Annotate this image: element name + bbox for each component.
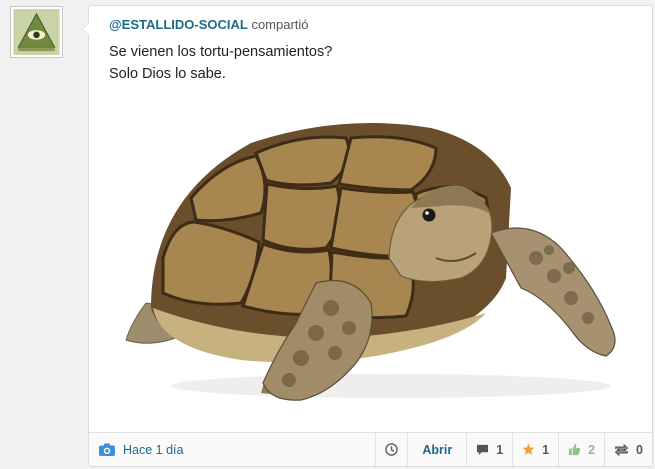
like-button[interactable]: 2 <box>558 433 604 466</box>
post-meta: Hace 1 día <box>89 433 375 466</box>
favorites-count: 1 <box>542 442 550 457</box>
post-text: Se vienen los tortu-pensamientos? Solo D… <box>109 41 332 85</box>
likes-count: 2 <box>588 442 596 457</box>
camera-icon <box>99 443 115 456</box>
repeat-icon <box>614 443 629 456</box>
reshare-button[interactable]: 0 <box>604 433 652 466</box>
comment-icon <box>476 444 489 456</box>
share-action-text: compartió <box>251 17 309 32</box>
user-avatar[interactable] <box>10 6 63 58</box>
author-link[interactable]: @ESTALLIDO-SOCIAL <box>109 17 248 32</box>
post-card: @ESTALLIDO-SOCIAL compartió Se vienen lo… <box>82 5 653 467</box>
clock-icon <box>385 443 399 456</box>
reshares-count: 0 <box>636 442 643 457</box>
open-button[interactable]: Abrir <box>407 433 466 466</box>
history-button[interactable] <box>375 433 407 466</box>
post-text-line: Se vienen los tortu-pensamientos? <box>109 44 333 60</box>
tortoise-photo[interactable] <box>91 108 651 408</box>
illuminati-eye-icon <box>13 9 60 55</box>
star-icon <box>522 443 535 456</box>
post-text-line: Solo Dios lo sabe. <box>109 66 226 82</box>
thumbs-up-icon <box>568 443 581 456</box>
comments-button[interactable]: 1 <box>466 433 512 466</box>
post-timestamp-link[interactable]: Hace 1 día <box>123 443 183 457</box>
favorite-button[interactable]: 1 <box>512 433 558 466</box>
post-header: @ESTALLIDO-SOCIAL compartió <box>109 17 309 32</box>
comments-count: 1 <box>496 442 504 457</box>
post-footer: Hace 1 día Abrir 1 1 2 0 <box>89 432 652 466</box>
